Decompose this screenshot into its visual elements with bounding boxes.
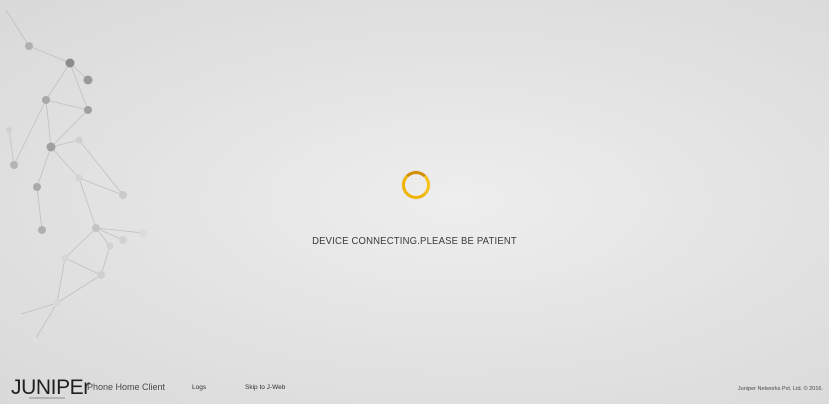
page-background: DEVICE CONNECTING.PLEASE BE PATIENT JUNI… — [0, 0, 829, 404]
footer: JUNIPEr Phone Home Client Logs Skip to J… — [0, 376, 829, 404]
copyright-text: Juniper Networks Pvt. Ltd. © 2016. — [737, 386, 823, 392]
logo-text: JUNIPEr — [11, 376, 90, 399]
app-name: Phone Home Client — [87, 382, 166, 392]
status-message: DEVICE CONNECTING.PLEASE BE PATIENT — [312, 236, 517, 247]
logo-tagline — [29, 397, 65, 399]
network-nodes-graphic — [5, 9, 147, 343]
logs-link[interactable]: Logs — [192, 384, 206, 391]
skip-to-jweb-link[interactable]: Skip to J-Web — [245, 384, 285, 391]
loading-spinner-icon — [402, 171, 430, 199]
juniper-logo: JUNIPEr — [11, 377, 90, 401]
